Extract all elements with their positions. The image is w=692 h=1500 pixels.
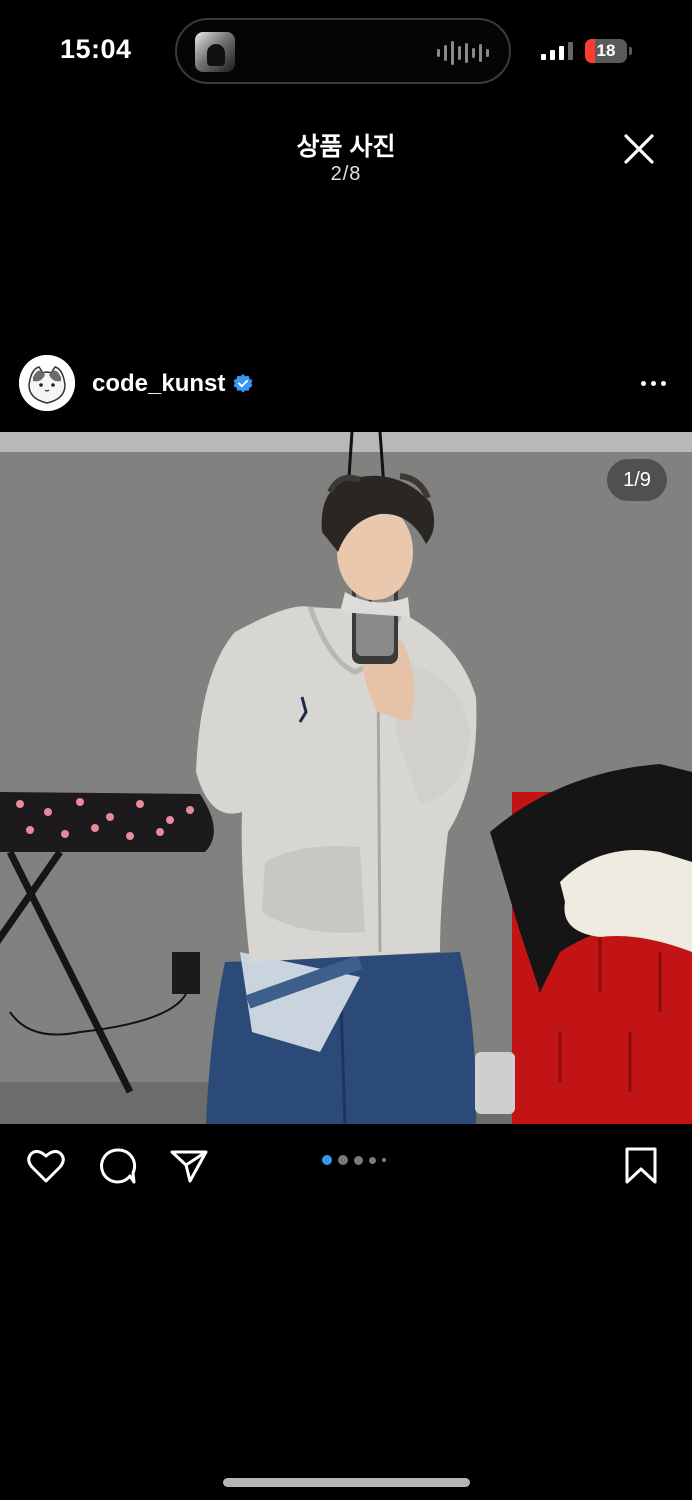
more-options-button[interactable] bbox=[636, 375, 670, 391]
comment-button[interactable] bbox=[97, 1145, 139, 1187]
carousel-dot-active bbox=[322, 1155, 332, 1165]
carousel-indicator bbox=[322, 1155, 386, 1165]
carousel-dot bbox=[354, 1155, 363, 1165]
heart-icon bbox=[27, 1149, 65, 1183]
battery-level: 18 bbox=[596, 41, 616, 60]
close-button[interactable] bbox=[620, 130, 658, 168]
mirror-selfie-image bbox=[0, 432, 692, 1124]
like-button[interactable] bbox=[25, 1145, 67, 1187]
verified-badge-icon bbox=[233, 374, 253, 393]
cellular-signal-icon bbox=[541, 42, 573, 60]
audio-waveform-icon bbox=[437, 40, 489, 66]
dynamic-island[interactable] bbox=[175, 18, 511, 84]
home-indicator[interactable] bbox=[223, 1478, 470, 1487]
page-title: 상품 사진 bbox=[296, 133, 396, 161]
battery-icon: 18 bbox=[585, 39, 627, 63]
comment-icon bbox=[100, 1148, 137, 1184]
send-icon bbox=[170, 1150, 208, 1183]
carousel-dot bbox=[369, 1156, 376, 1164]
post-photo[interactable] bbox=[0, 432, 692, 1124]
more-options-icon bbox=[640, 380, 646, 386]
carousel-counter: 1/9 bbox=[607, 459, 667, 501]
cat-avatar-image bbox=[19, 355, 75, 411]
carousel-dot bbox=[382, 1158, 386, 1162]
status-time: 15:04 bbox=[60, 34, 132, 64]
close-icon bbox=[624, 134, 654, 164]
username[interactable]: code_kunst bbox=[92, 370, 225, 398]
carousel-dot bbox=[338, 1155, 348, 1165]
avatar[interactable] bbox=[19, 355, 75, 411]
save-button[interactable] bbox=[620, 1145, 662, 1187]
share-button[interactable] bbox=[168, 1145, 210, 1187]
now-playing-artwork bbox=[195, 32, 235, 72]
image-counter: 2/8 bbox=[330, 163, 362, 185]
bookmark-icon bbox=[625, 1147, 657, 1184]
